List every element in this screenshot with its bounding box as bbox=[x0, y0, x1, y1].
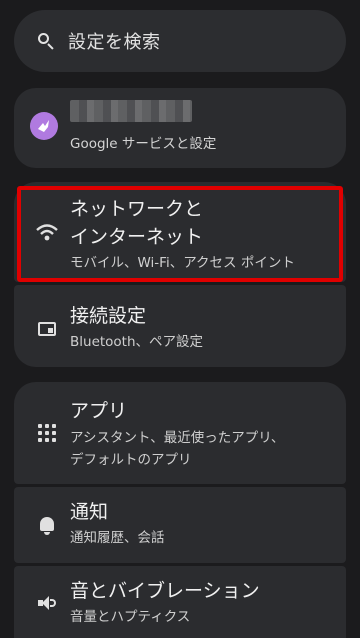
settings-item-sound[interactable]: 音とバイブレーション 音量とハプティクス bbox=[14, 566, 346, 638]
apps-subtitle-line2: デフォルトのアプリ bbox=[70, 452, 192, 468]
search-placeholder: 設定を検索 bbox=[68, 32, 161, 53]
notifications-title: 通知 bbox=[70, 501, 109, 523]
connected-title: 接続設定 bbox=[70, 305, 147, 327]
speaker-icon bbox=[36, 592, 58, 614]
settings-item-network[interactable]: ネットワークと インターネット モバイル、Wi-Fi、アクセス ポイント bbox=[14, 182, 346, 282]
network-title-line2: インターネット bbox=[70, 226, 204, 248]
apps-subtitle-line1: アシスタント、最近使ったアプリ、 bbox=[70, 430, 285, 446]
network-subtitle: モバイル、Wi-Fi、アクセス ポイント bbox=[70, 255, 295, 271]
search-bar[interactable]: 設定を検索 bbox=[14, 10, 346, 72]
connected-devices-icon bbox=[36, 318, 58, 340]
apps-title: アプリ bbox=[70, 400, 128, 422]
settings-item-apps[interactable]: アプリ アシスタント、最近使ったアプリ、 デフォルトのアプリ bbox=[14, 382, 346, 484]
sound-subtitle: 音量とハプティクス bbox=[70, 609, 191, 625]
account-name-redacted bbox=[70, 100, 192, 122]
google-account-item[interactable]: Google サービスと設定 bbox=[14, 88, 346, 168]
wifi-icon bbox=[36, 222, 58, 244]
notifications-subtitle: 通知履歴、会話 bbox=[70, 530, 165, 546]
search-icon bbox=[36, 31, 56, 51]
account-avatar-icon bbox=[30, 112, 58, 140]
sound-title: 音とバイブレーション bbox=[70, 580, 260, 602]
settings-item-connected-devices[interactable]: 接続設定 Bluetooth、ペア設定 bbox=[14, 285, 346, 367]
apps-grid-icon bbox=[36, 422, 58, 444]
settings-item-notifications[interactable]: 通知 通知履歴、会話 bbox=[14, 487, 346, 563]
connected-subtitle: Bluetooth、ペア設定 bbox=[70, 334, 204, 350]
account-subtitle: Google サービスと設定 bbox=[70, 136, 217, 152]
network-title-line1: ネットワークと bbox=[70, 198, 204, 220]
settings-screen: 設定を検索 Google サービスと設定 ネットワークと インターネット モバイ… bbox=[0, 0, 360, 638]
bell-icon bbox=[36, 513, 58, 535]
